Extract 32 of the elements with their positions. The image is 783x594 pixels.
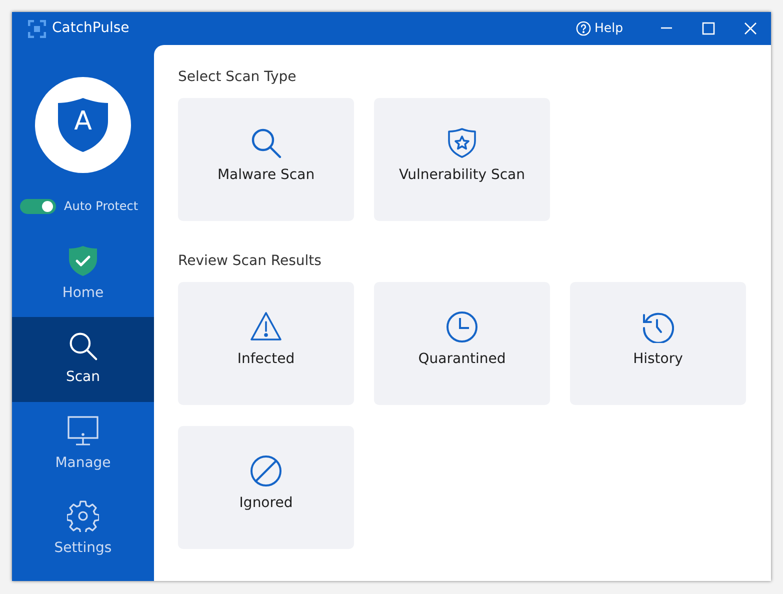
ban-icon xyxy=(250,454,282,486)
scan-tile[interactable]: History xyxy=(570,282,746,405)
warning-icon xyxy=(250,310,282,342)
close-icon xyxy=(744,22,756,35)
logo-letter: A xyxy=(74,105,92,138)
help-icon xyxy=(576,21,590,36)
section-heading: Select Scan Type xyxy=(178,68,298,87)
window-title: CatchPulse xyxy=(52,19,130,38)
sidebar-item[interactable]: Settings xyxy=(12,487,154,572)
section-heading: Review Scan Results xyxy=(178,252,322,271)
search-icon xyxy=(250,126,282,158)
scan-tile[interactable]: Quarantined xyxy=(374,282,550,405)
maximize-icon xyxy=(702,22,714,35)
auto-protect-toggle[interactable] xyxy=(20,198,56,214)
scan-tile[interactable]: Malware Scan xyxy=(178,98,354,221)
shield-star-icon xyxy=(446,126,478,158)
monitor-icon xyxy=(67,415,99,447)
scan-tile[interactable]: Vulnerability Scan xyxy=(374,98,550,221)
shield-icon xyxy=(57,97,109,153)
sidebar-item[interactable]: Manage xyxy=(12,402,154,487)
scan-tile[interactable]: Infected xyxy=(178,282,354,405)
search-icon xyxy=(68,331,98,361)
history-icon xyxy=(642,310,674,342)
scan-tile[interactable]: Ignored xyxy=(178,426,354,549)
sidebar-item[interactable]: Home xyxy=(12,232,154,317)
app-logo-icon xyxy=(28,20,46,38)
shield-check-icon xyxy=(67,245,99,277)
clock-icon xyxy=(446,310,478,342)
settings-icon xyxy=(67,500,99,532)
sidebar-item[interactable]: Scan xyxy=(12,317,154,402)
help-button[interactable]: Help xyxy=(576,12,623,45)
toggle-label: Auto Protect xyxy=(64,198,138,215)
